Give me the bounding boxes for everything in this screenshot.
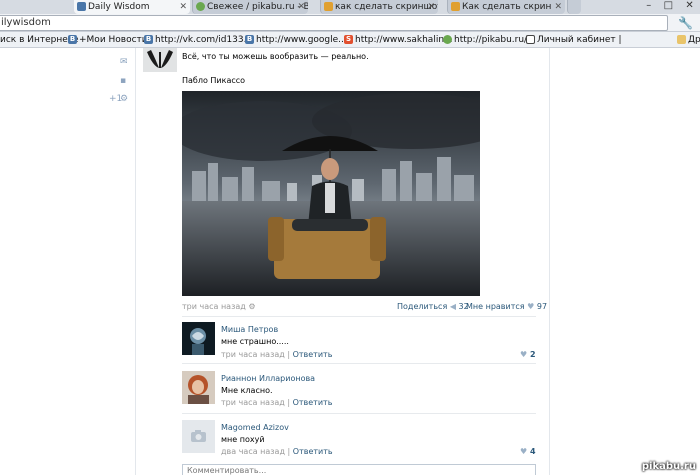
vk-icon: B bbox=[144, 35, 153, 44]
new-tab-button[interactable] bbox=[567, 0, 581, 14]
bookmark-account[interactable]: Личный кабинет | bbox=[526, 32, 622, 47]
bookmark-label: иск в Интернете bbox=[0, 35, 79, 45]
left-column-divider bbox=[135, 48, 136, 475]
post-time[interactable]: три часа назад ⚙ bbox=[182, 302, 256, 311]
comment-text: мне похуй bbox=[221, 435, 265, 444]
post-quote: Всё, что ты можешь вообразить — реально. bbox=[182, 52, 369, 61]
bookmark-other[interactable]: Др bbox=[677, 32, 700, 47]
close-tab-icon[interactable]: ✕ bbox=[554, 0, 562, 14]
minimize-icon[interactable]: – bbox=[646, 0, 651, 14]
close-window-icon[interactable]: ✕ bbox=[685, 0, 693, 14]
comment-meta: три часа назад | Ответить bbox=[221, 398, 333, 407]
bookmark-google[interactable]: B http://www.google.... bbox=[245, 32, 350, 47]
post-photo[interactable] bbox=[182, 91, 480, 296]
comment-author[interactable]: Миша Петров bbox=[221, 325, 278, 334]
reply-link[interactable]: Ответить bbox=[293, 350, 333, 359]
right-column-divider bbox=[549, 48, 550, 475]
comment-meta: два часа назад | Ответить bbox=[221, 447, 333, 456]
close-tab-icon[interactable]: ✕ bbox=[179, 0, 187, 14]
heart-icon: ♥ bbox=[520, 350, 528, 359]
mail-icon[interactable]: ✉ bbox=[120, 57, 128, 67]
comment-like-button[interactable]: ♥ 4 bbox=[520, 447, 536, 456]
settings-icon[interactable]: ⚙ bbox=[248, 302, 255, 311]
comment-text: Мне класно. bbox=[221, 386, 273, 395]
bookmark-label: http://www.sakhalin... bbox=[355, 35, 453, 45]
avatar[interactable] bbox=[182, 371, 215, 404]
bookmark-my-news[interactable]: B +Мои Новости bbox=[68, 32, 148, 47]
gear-icon[interactable]: ⚙ bbox=[120, 94, 128, 104]
vk-icon: B bbox=[68, 35, 77, 44]
heart-icon: ♥ bbox=[527, 302, 535, 311]
bookmark-label: Др bbox=[688, 35, 700, 45]
vk-favicon-icon bbox=[77, 2, 86, 11]
avatar-placeholder[interactable] bbox=[182, 420, 215, 453]
close-tab-icon[interactable]: ✕ bbox=[427, 0, 435, 14]
folder-icon bbox=[677, 35, 686, 44]
comment-like-button[interactable]: ♥ 2 bbox=[520, 350, 536, 359]
divider bbox=[182, 413, 536, 414]
comment-author[interactable]: Рианнон Илларионова bbox=[221, 374, 315, 383]
tab-screenshot-how[interactable]: как сделать скриншот эк ✕ bbox=[320, 0, 438, 14]
tab-title: Свежее / pikabu.ru - Все bbox=[207, 2, 308, 12]
tab-title: Как сделать скрин bbox=[462, 2, 552, 12]
bookmark-label: http://www.google.... bbox=[256, 35, 350, 45]
avatar[interactable] bbox=[182, 322, 215, 355]
share-button[interactable]: Поделиться ◀ 32 bbox=[397, 302, 469, 311]
page-favicon-icon bbox=[451, 2, 460, 11]
tab-daily-wisdom[interactable]: Daily Wisdom ✕ bbox=[74, 0, 190, 14]
like-button[interactable]: Мне нравится ♥ 97 bbox=[466, 302, 547, 311]
tab-strip: Daily Wisdom ✕ Свежее / pikabu.ru - Все … bbox=[0, 0, 700, 14]
comment-input[interactable]: Комментировать... bbox=[182, 464, 536, 475]
bookmark-label: http://pikabu.ru/ bbox=[454, 35, 528, 45]
heart-icon: ♥ bbox=[520, 447, 528, 456]
share-icon: ◀ bbox=[449, 302, 456, 311]
bookmarks-bar: иск в Интернете B +Мои Новости B http://… bbox=[0, 32, 700, 48]
bookmark-pikabu[interactable]: http://pikabu.ru/ bbox=[443, 32, 528, 47]
reply-link[interactable]: Ответить bbox=[293, 398, 333, 407]
pikabu-icon bbox=[443, 35, 452, 44]
camera-icon bbox=[182, 420, 215, 453]
group-avatar[interactable] bbox=[143, 48, 177, 72]
comment-icon[interactable]: ▪ bbox=[120, 76, 126, 86]
bookmark-label: Личный кабинет | bbox=[537, 35, 622, 45]
bookmark-label: http://vk.com/id133... bbox=[155, 35, 253, 45]
tab-title: как сделать скриншот эк bbox=[335, 2, 438, 12]
address-bar[interactable]: ilywisdom bbox=[0, 15, 668, 31]
bookmark-label: +Мои Новости bbox=[79, 35, 148, 45]
close-tab-icon[interactable]: ✕ bbox=[297, 0, 305, 14]
divider bbox=[182, 363, 536, 364]
sakhalin-icon: S bbox=[344, 35, 353, 44]
pikabu-favicon-icon bbox=[196, 2, 205, 11]
watermark: pikabu.ru bbox=[641, 461, 696, 472]
bookmark-vk-id[interactable]: B http://vk.com/id133... bbox=[144, 32, 253, 47]
bookmark-search[interactable]: иск в Интернете bbox=[0, 32, 79, 47]
comment-text: мне страшно..... bbox=[221, 337, 289, 346]
page-icon bbox=[526, 35, 535, 44]
post-author: Пабло Пикассо bbox=[182, 76, 246, 85]
address-row: ilywisdom 🔧 bbox=[0, 14, 700, 32]
bookmark-sakhalin[interactable]: S http://www.sakhalin... bbox=[344, 32, 453, 47]
comment-meta: три часа назад | Ответить bbox=[221, 350, 333, 359]
wrench-icon[interactable]: 🔧 bbox=[678, 16, 693, 30]
window-controls: – □ ✕ bbox=[640, 0, 700, 14]
page-favicon-icon bbox=[324, 2, 333, 11]
tab-title: Daily Wisdom bbox=[88, 2, 150, 12]
tab-screen-how[interactable]: Как сделать скрин ✕ bbox=[447, 0, 565, 14]
tab-pikabu[interactable]: Свежее / pikabu.ru - Все ✕ bbox=[192, 0, 308, 14]
page-content: ✉ ▪ +1 ⚙ Всё, что ты можешь вообразить —… bbox=[0, 48, 700, 475]
vk-icon: B bbox=[245, 35, 254, 44]
divider bbox=[182, 316, 536, 317]
maximize-icon[interactable]: □ bbox=[664, 0, 673, 14]
comment-author[interactable]: Magomed Azizov bbox=[221, 423, 289, 432]
reply-link[interactable]: Ответить bbox=[293, 447, 333, 456]
